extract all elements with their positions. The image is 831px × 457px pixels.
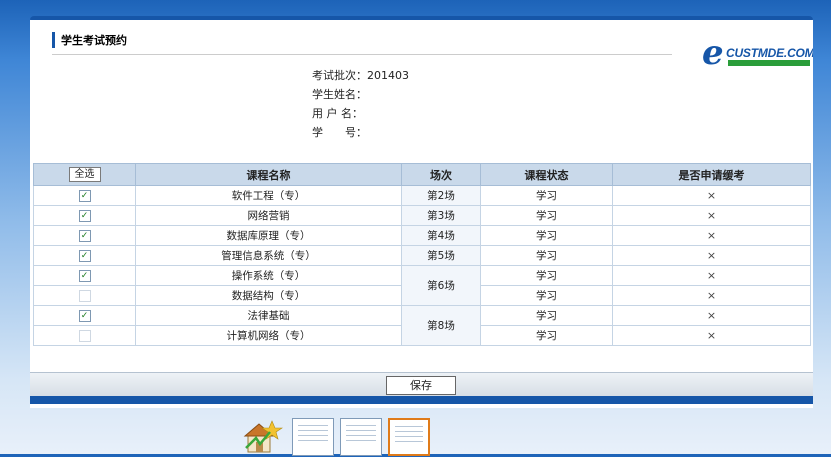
row-checkbox-cell: ✓ [33,245,136,266]
session: 第2场 [401,185,481,206]
batch-label: 考试批次： [312,69,367,82]
thumbnail-lines [346,425,376,445]
cross-icon: × [706,229,717,242]
row-checkbox[interactable]: ✓ [78,209,91,222]
save-button[interactable]: 保存 [386,376,456,395]
course-status: 学习 [480,325,613,346]
row-checkbox[interactable]: ✓ [78,309,91,322]
row-checkbox-cell: ✓ [33,305,136,326]
row-checkbox[interactable]: ✓ [78,269,91,282]
course-name-header: 课程名称 [135,163,402,186]
select-all-button[interactable]: 全选 [68,167,101,182]
brand-logo: e CUSTMDE.COM [702,36,813,74]
username-label: 用 户 名： [312,107,363,120]
course-table: 全选 课程名称 场次 课程状态 是否申请缓考 ✓ 软件工程（专） 第2场 学习 … [33,163,811,346]
course-name: 法律基础 [135,305,402,326]
table-row: ✓ 网络营销 第3场 学习 × [33,205,811,226]
table-row: ✓ 管理信息系统（专） 第5场 学习 × [33,245,811,266]
row-checkbox[interactable]: ✓ [78,249,91,262]
cross-icon: × [706,249,717,262]
course-name: 管理信息系统（专） [135,245,402,266]
cross-icon: × [706,189,717,202]
table-row: ✓ 操作系统（专） 第6场 学习 × [33,265,811,306]
row-checkbox-cell [33,285,136,306]
course-name: 网络营销 [135,205,402,226]
course-name: 计算机网络（专） [135,325,402,346]
course-name: 数据库原理（专） [135,225,402,246]
course-status: 学习 [480,245,613,266]
course-status: 学习 [480,205,613,226]
logo-text: CUSTMDE.COM [726,46,813,60]
page-thumbnail[interactable] [292,418,334,456]
cross-icon: × [706,329,717,342]
title-marker [52,32,55,48]
batch-row: 考试批次： 201403 [312,66,409,85]
row-checkbox-cell: ✓ [33,225,136,246]
course-status: 学习 [480,185,613,206]
session: 第3场 [401,205,481,226]
page-thumbnails [242,418,430,456]
panel-title: 学生考试预约 [52,32,127,48]
row-checkbox-cell: ✓ [33,185,136,206]
select-all-header: 全选 [33,163,136,186]
course-status: 学习 [480,265,613,286]
table-header-row: 全选 课程名称 场次 课程状态 是否申请缓考 [33,163,811,186]
panel-title-text: 学生考试预约 [61,34,127,47]
row-checkbox-cell: ✓ [33,265,136,286]
row-checkbox[interactable]: ✓ [78,229,91,242]
session-header: 场次 [401,163,481,186]
course-name: 软件工程（专） [135,185,402,206]
logo-subtitle-bar [728,60,810,66]
apply-deferral[interactable]: × [612,205,811,226]
panel-bottom-bar [30,396,813,404]
apply-deferral[interactable]: × [612,325,811,346]
footer-bar: 保存 [30,372,813,397]
course-status: 学习 [480,225,613,246]
name-row: 学生姓名： [312,85,409,104]
name-label: 学生姓名： [312,88,367,101]
student-id-row: 学 号： [312,123,409,142]
title-divider [52,54,672,55]
apply-deferral[interactable]: × [612,285,811,306]
table-row: ✓ 法律基础 第8场 学习 × [33,305,811,346]
row-checkbox[interactable]: ✓ [78,189,91,202]
row-checkbox-cell: ✓ [33,205,136,226]
page-thumbnail[interactable] [340,418,382,456]
row-checkbox[interactable] [78,329,91,342]
cross-icon: × [706,309,717,322]
username-row: 用 户 名： [312,104,409,123]
table-row: ✓ 数据库原理（专） 第4场 学习 × [33,225,811,246]
course-name: 操作系统（专） [135,265,402,286]
batch-value: 201403 [367,69,409,82]
cross-icon: × [706,289,717,302]
apply-deferral[interactable]: × [612,185,811,206]
home-icon[interactable] [242,418,286,454]
apply-deferral[interactable]: × [612,305,811,326]
cross-icon: × [706,209,717,222]
course-status: 学习 [480,285,613,306]
student-info: 考试批次： 201403 学生姓名： 用 户 名： 学 号： [312,66,409,142]
course-status: 学习 [480,305,613,326]
row-checkbox[interactable] [78,289,91,302]
page-thumbnail-active[interactable] [388,418,430,456]
session: 第5场 [401,245,481,266]
apply-deferral[interactable]: × [612,265,811,286]
course-name: 数据结构（专） [135,285,402,306]
row-checkbox-cell [33,325,136,346]
session: 第4场 [401,225,481,246]
status-header: 课程状态 [480,163,613,186]
thumbnail-lines [395,426,423,446]
logo-e-glyph: e [702,33,724,73]
apply-deferral[interactable]: × [612,225,811,246]
table-row: ✓ 软件工程（专） 第2场 学习 × [33,185,811,206]
reservation-panel: 学生考试预约 e CUSTMDE.COM 考试批次： 201403 学生姓名： … [30,16,813,408]
student-id-label: 学 号： [312,126,367,139]
cross-icon: × [706,269,717,282]
apply-deferral[interactable]: × [612,245,811,266]
apply-deferral-header: 是否申请缓考 [612,163,811,186]
session: 第8场 [401,305,481,346]
session: 第6场 [401,265,481,306]
thumbnail-lines [298,425,328,445]
